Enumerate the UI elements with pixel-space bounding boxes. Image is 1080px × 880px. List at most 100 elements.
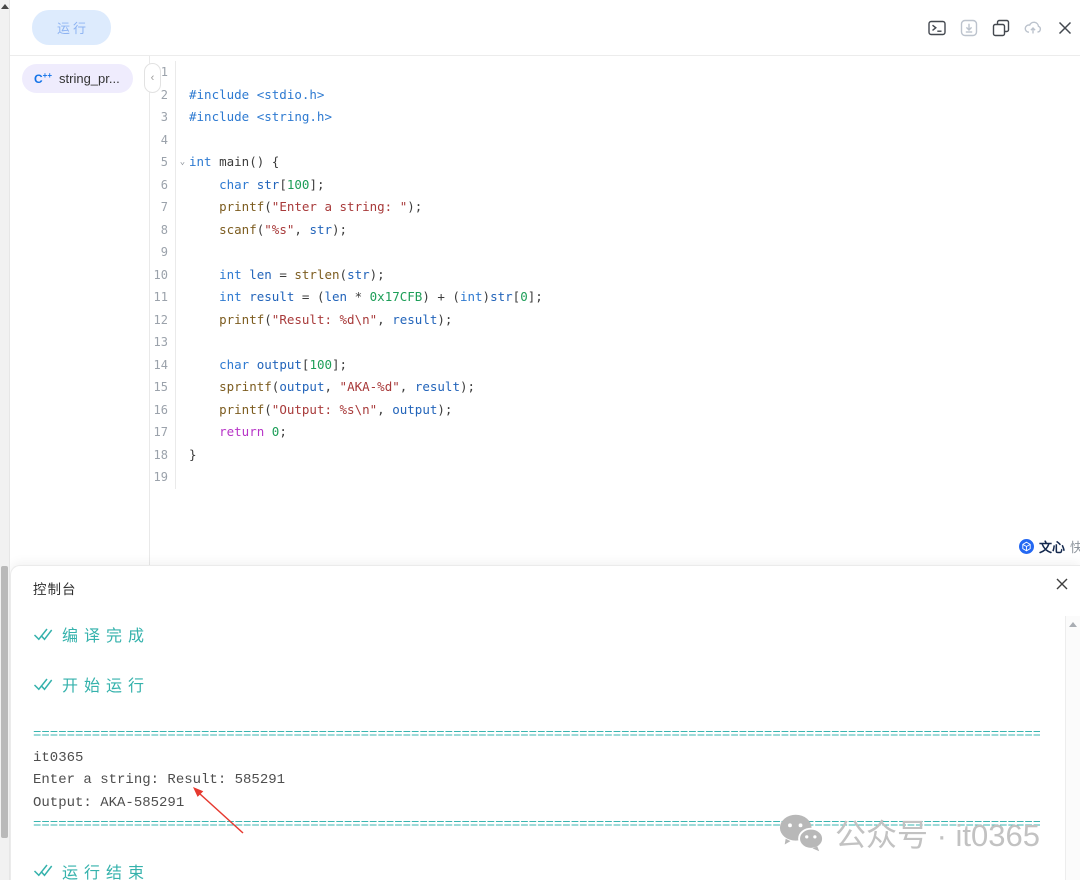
line-number: 19 (150, 466, 176, 489)
line-number: 16 (150, 399, 176, 422)
code-line[interactable]: 17 return 0; (150, 421, 1080, 444)
comate-badge[interactable]: 文心 快码 (1019, 537, 1080, 556)
code-line[interactable]: 9 (150, 241, 1080, 264)
wechat-icon (778, 813, 824, 853)
code-line[interactable]: 8 scanf("%s", str); (150, 219, 1080, 242)
code-line[interactable]: 14 char output[100]; (150, 354, 1080, 377)
line-number: 12 (150, 309, 176, 332)
code-line[interactable]: 10 int len = strlen(str); (150, 264, 1080, 287)
fold-gutter (176, 174, 189, 197)
close-icon[interactable] (1056, 19, 1074, 37)
code-line[interactable]: 11 int result = (len * 0x17CFB) + (int)s… (150, 286, 1080, 309)
line-number: 15 (150, 376, 176, 399)
watermark: 公众号 · it0365 (778, 810, 1040, 855)
line-number: 9 (150, 241, 176, 264)
status-label: 开始运行 (62, 672, 150, 696)
code-line[interactable]: 2#include <stdio.h> (150, 84, 1080, 107)
fold-gutter (176, 286, 189, 309)
console-title: 控制台 (33, 578, 1040, 598)
code-text: #include <stdio.h> (189, 84, 324, 107)
code-line[interactable]: 3#include <string.h> (150, 106, 1080, 129)
console-scrollbar[interactable] (1065, 616, 1080, 880)
watermark-text: 公众号 · it0365 (835, 810, 1040, 855)
status-run-end: 运行结束 (33, 859, 1040, 880)
code-line[interactable]: 4 (150, 129, 1080, 152)
comate-brand-bold: 文心 (1039, 537, 1065, 556)
file-tab-string-pr[interactable]: C++ string_pr... (22, 64, 133, 93)
comate-cube-icon (1019, 539, 1034, 554)
fold-gutter (176, 421, 189, 444)
double-check-icon (33, 677, 53, 692)
fold-gutter (176, 354, 189, 377)
status-compile-done: 编译完成 (33, 622, 1040, 646)
fold-gutter (176, 129, 189, 152)
copy-icon[interactable] (992, 19, 1010, 37)
line-number: 7 (150, 196, 176, 219)
scroll-up-arrow-icon[interactable] (1069, 622, 1077, 627)
status-label: 运行结束 (62, 859, 150, 880)
fold-gutter (176, 61, 189, 84)
code-text: } (189, 444, 197, 467)
status-run-start: 开始运行 (33, 672, 1040, 696)
code-line[interactable]: 7 printf("Enter a string: "); (150, 196, 1080, 219)
code-text: return 0; (189, 421, 287, 444)
line-number: 14 (150, 354, 176, 377)
fold-gutter (176, 331, 189, 354)
scroll-up-arrow-icon[interactable] (1, 4, 9, 9)
code-text: int main() { (189, 151, 279, 174)
fold-gutter (176, 309, 189, 332)
console-close-icon[interactable] (1054, 576, 1070, 592)
sidebar-collapse-button[interactable]: ‹ (144, 63, 161, 93)
top-toolbar: 运行 (10, 0, 1080, 56)
scrollbar-thumb[interactable] (1, 566, 8, 838)
code-text: sprintf(output, "AKA-%d", result); (189, 376, 475, 399)
line-number: 5 (150, 151, 176, 174)
cpp-icon: C++ (34, 72, 52, 85)
code-line[interactable]: 15 sprintf(output, "AKA-%d", result); (150, 376, 1080, 399)
fold-chevron-icon[interactable]: ⌄ (176, 151, 189, 174)
code-text: printf("Output: %s\n", output); (189, 399, 452, 422)
status-label: 编译完成 (62, 622, 150, 646)
code-line[interactable]: 13 (150, 331, 1080, 354)
fold-gutter (176, 376, 189, 399)
chevron-left-icon: ‹ (151, 72, 155, 84)
line-number: 10 (150, 264, 176, 287)
code-text: scanf("%s", str); (189, 219, 347, 242)
download-icon[interactable] (960, 19, 978, 37)
file-sidebar: C++ string_pr... ‹ (10, 56, 150, 565)
code-text: int len = strlen(str); (189, 264, 385, 287)
fold-gutter (176, 444, 189, 467)
fold-gutter (176, 466, 189, 489)
code-text: #include <string.h> (189, 106, 332, 129)
run-button[interactable]: 运行 (32, 10, 111, 45)
code-line[interactable]: 5⌄int main() { (150, 151, 1080, 174)
fold-gutter (176, 84, 189, 107)
code-line[interactable]: 18} (150, 444, 1080, 467)
code-text: int result = (len * 0x17CFB) + (int)str[… (189, 286, 543, 309)
code-line[interactable]: 12 printf("Result: %d\n", result); (150, 309, 1080, 332)
line-number: 13 (150, 331, 176, 354)
code-line[interactable]: 1 (150, 61, 1080, 84)
double-check-icon (33, 863, 53, 878)
terminal-icon[interactable] (928, 19, 946, 37)
code-text: printf("Result: %d\n", result); (189, 309, 452, 332)
code-line[interactable]: 6 char str[100]; (150, 174, 1080, 197)
code-text: char output[100]; (189, 354, 347, 377)
code-editor[interactable]: 12#include <stdio.h>3#include <string.h>… (150, 56, 1080, 565)
ide-window: 运行 C++ string_pr... (10, 0, 1080, 880)
content-row: C++ string_pr... ‹ 12#include <stdio.h>3… (10, 56, 1080, 565)
toolbar-icon-group (928, 19, 1074, 37)
code-line[interactable]: 16 printf("Output: %s\n", output); (150, 399, 1080, 422)
comate-brand-light: 快码 (1070, 537, 1080, 556)
code-text: char str[100]; (189, 174, 325, 197)
file-tab-label: string_pr... (59, 71, 120, 86)
line-number: 11 (150, 286, 176, 309)
code-line[interactable]: 19 (150, 466, 1080, 489)
fold-gutter (176, 196, 189, 219)
fold-gutter (176, 106, 189, 129)
cloud-upload-icon[interactable] (1024, 19, 1042, 37)
line-number: 18 (150, 444, 176, 467)
fold-gutter (176, 219, 189, 242)
page-scrollbar[interactable] (0, 0, 10, 880)
fold-gutter (176, 264, 189, 287)
